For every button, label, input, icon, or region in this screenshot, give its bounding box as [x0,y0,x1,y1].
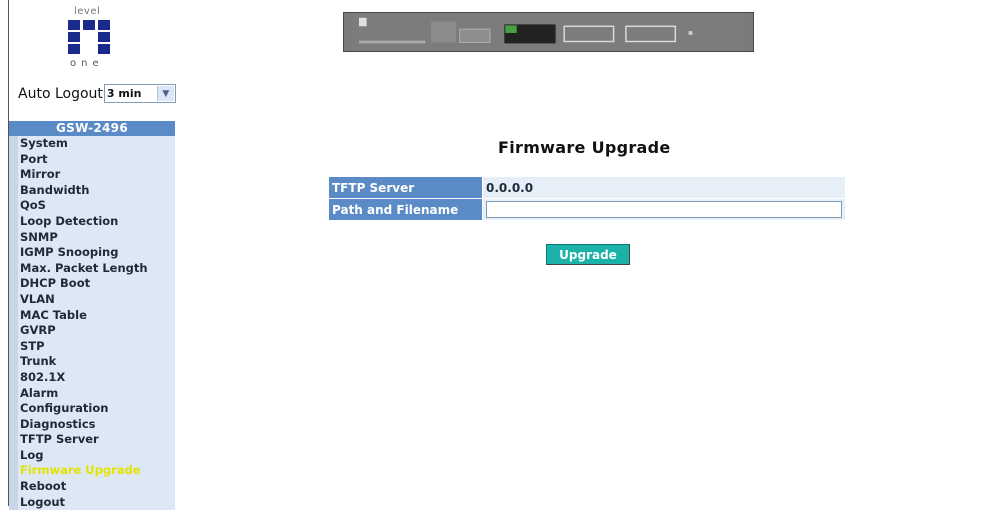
auto-logout-label: Auto Logout [18,85,103,102]
chevron-down-icon[interactable]: ▼ [156,86,174,101]
logo-grid-icon [68,20,110,54]
tftp-server-row: TFTP Server 0.0.0.0 [328,176,846,199]
path-filename-input[interactable] [486,201,842,218]
sidebar-item-diagnostics[interactable]: Diagnostics [9,416,175,433]
sidebar-item-alarm[interactable]: Alarm [9,385,175,402]
sidebar: GSW-2496 System Port Mirror Bandwidth QoS Loo… [9,121,175,510]
sidebar-item-mac-table[interactable]: MAC Table [9,307,175,324]
logo-top-text: level [74,6,101,17]
levelone-logo: level one [66,6,112,69]
sidebar-item-stp[interactable]: STP [9,338,175,355]
firmware-upgrade-form: TFTP Server 0.0.0.0 Path and Filename [328,176,846,221]
sidebar-item-loop-detection[interactable]: Loop Detection [9,213,175,230]
sidebar-menu: System Port Mirror Bandwidth QoS Loop Detecti… [9,136,175,510]
sidebar-item-tftp-server[interactable]: TFTP Server [9,432,175,448]
sidebar-item-vlan[interactable]: VLAN [9,291,175,308]
page-title: Firmware Upgrade [498,138,671,157]
sidebar-item-igmp-snooping[interactable]: IGMP Snooping [9,245,175,261]
sidebar-item-mirror[interactable]: Mirror [9,167,175,183]
sidebar-item-gvrp[interactable]: GVRP [9,323,175,339]
sidebar-item-system[interactable]: System [9,136,175,152]
sidebar-item-firmware-upgrade[interactable]: Firmware Upgrade [9,463,175,480]
path-filename-row: Path and Filename [328,198,846,221]
sidebar-item-port[interactable]: Port [9,151,175,168]
auto-logout-value: 3 min [106,87,142,100]
sidebar-item-trunk[interactable]: Trunk [9,354,175,370]
sidebar-item-max-packet-length[interactable]: Max. Packet Length [9,260,175,277]
switch-device-image [343,12,754,52]
path-filename-cell [482,198,846,221]
sidebar-item-logout[interactable]: Logout [9,494,175,510]
auto-logout: Auto Logout 3 min ▼ [18,84,176,103]
logo-bottom-text: one [70,58,104,69]
sidebar-item-qos[interactable]: QoS [9,198,175,214]
sidebar-title: GSW-2496 [9,121,175,136]
sidebar-item-bandwidth[interactable]: Bandwidth [9,182,175,199]
sidebar-item-snmp[interactable]: SNMP [9,229,175,246]
auto-logout-select[interactable]: 3 min ▼ [103,84,176,103]
tftp-server-value: 0.0.0.0 [482,176,846,199]
sidebar-item-configuration[interactable]: Configuration [9,401,175,417]
upgrade-button[interactable]: Upgrade [546,244,630,265]
sidebar-item-log[interactable]: Log [9,447,175,464]
tftp-server-label: TFTP Server [328,176,483,199]
path-filename-label: Path and Filename [328,198,483,221]
sidebar-item-reboot[interactable]: Reboot [9,479,175,495]
sidebar-item-dhcp-boot[interactable]: DHCP Boot [9,276,175,292]
sidebar-item-802-1x[interactable]: 802.1X [9,369,175,386]
